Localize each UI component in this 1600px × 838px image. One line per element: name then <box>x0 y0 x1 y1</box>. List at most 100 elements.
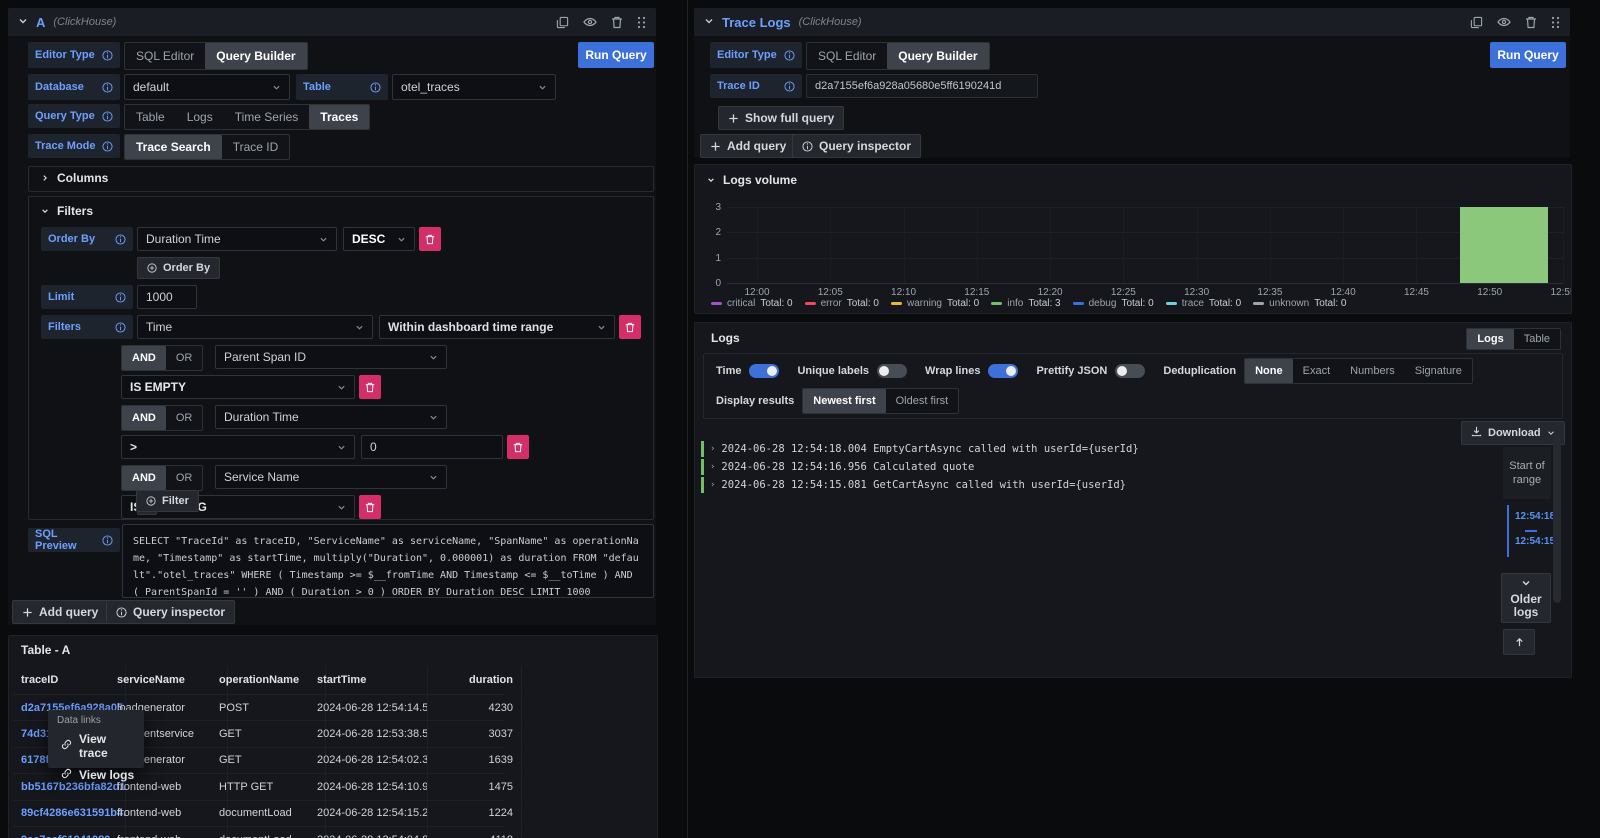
filter-field-select[interactable]: Time <box>137 315 373 339</box>
expand-log-icon[interactable]: › <box>710 480 715 490</box>
columns-section[interactable]: Columns <box>28 166 654 192</box>
eye-icon[interactable] <box>1497 15 1511 29</box>
info-icon[interactable] <box>102 82 113 93</box>
option-none[interactable]: None <box>1245 359 1293 383</box>
trace-id-input[interactable]: d2a7155ef6a928a05680e5ff6190241d <box>806 74 1038 98</box>
option-trace-search[interactable]: Trace Search <box>125 135 222 159</box>
download-button[interactable]: Download <box>1461 421 1565 445</box>
add-order-by-button[interactable]: Order By <box>137 257 220 279</box>
log-line[interactable]: ›2024-06-28 12:54:16.956 Calculated quot… <box>701 459 974 475</box>
legend-item-debug[interactable]: debugTotal: 0 <box>1073 298 1154 309</box>
pane-a-header[interactable]: A (ClickHouse) <box>8 8 656 36</box>
info-icon[interactable] <box>102 50 113 61</box>
option-logs-view[interactable]: Logs <box>1467 329 1513 349</box>
limit-input[interactable]: 1000 <box>137 285 197 309</box>
column-header-duration[interactable]: duration <box>411 666 522 694</box>
option-exact[interactable]: Exact <box>1293 359 1341 383</box>
info-icon[interactable] <box>102 535 113 546</box>
info-icon[interactable] <box>115 292 126 303</box>
collapse-chevron-icon[interactable] <box>704 13 714 31</box>
option-sql-editor[interactable]: SQL Editor <box>125 43 205 69</box>
option-time-series[interactable]: Time Series <box>224 105 310 129</box>
delete-condition-button[interactable] <box>359 375 381 399</box>
drag-grip-icon[interactable] <box>1551 16 1560 29</box>
scrollbar-track[interactable] <box>1553 435 1561 603</box>
condition-operator-select[interactable]: IS EMPTY <box>121 375 355 399</box>
trash-icon[interactable] <box>611 16 623 29</box>
logs-volume-bar-info[interactable] <box>1460 207 1548 283</box>
run-query-button[interactable]: Run Query <box>578 42 654 68</box>
info-icon[interactable] <box>784 50 795 61</box>
scroll-to-top-button[interactable] <box>1503 629 1535 655</box>
legend-item-info[interactable]: infoTotal: 3 <box>991 298 1060 309</box>
pane-trace-logs-header[interactable]: Trace Logs (ClickHouse) <box>694 8 1570 36</box>
expand-log-icon[interactable]: › <box>710 462 715 472</box>
add-filter-button[interactable]: Filter <box>136 490 199 512</box>
delete-condition-button[interactable] <box>507 435 529 459</box>
eye-icon[interactable] <box>583 15 597 29</box>
log-line[interactable]: ›2024-06-28 12:54:18.004 EmptyCartAsync … <box>701 441 1139 457</box>
show-full-query-button[interactable]: Show full query <box>718 106 844 130</box>
view-trace-menu-item[interactable]: View trace <box>48 728 144 764</box>
option-logs[interactable]: Logs <box>176 105 224 129</box>
delete-condition-button[interactable] <box>359 495 381 519</box>
drag-grip-icon[interactable] <box>637 16 646 29</box>
order-by-field-select[interactable]: Duration Time <box>137 227 337 251</box>
condition-field-select[interactable]: Parent Span ID <box>215 345 447 369</box>
option-query-builder[interactable]: Query Builder <box>887 43 988 69</box>
trash-icon[interactable] <box>1525 16 1537 29</box>
option-table-view[interactable]: Table <box>1514 329 1560 349</box>
run-query-button[interactable]: Run Query <box>1490 42 1566 68</box>
option-or[interactable]: OR <box>166 406 203 430</box>
database-select[interactable]: default <box>124 74 290 100</box>
prettify-json-toggle[interactable] <box>1115 364 1145 378</box>
log-line[interactable]: ›2024-06-28 12:54:15.081 GetCartAsync ca… <box>701 477 1126 493</box>
older-logs-button[interactable]: Older logs <box>1501 573 1551 623</box>
legend-item-warning[interactable]: warningTotal: 0 <box>891 298 979 309</box>
condition-field-select[interactable]: Service Name <box>215 465 447 489</box>
filter-value-select[interactable]: Within dashboard time range <box>379 315 615 339</box>
legend-item-trace[interactable]: traceTotal: 0 <box>1166 298 1241 309</box>
condition-field-select[interactable]: Duration Time <box>215 405 447 429</box>
option-table[interactable]: Table <box>125 105 176 129</box>
option-trace-id[interactable]: Trace ID <box>222 135 290 159</box>
add-query-button[interactable]: Add query <box>700 134 796 158</box>
table-select[interactable]: otel_traces <box>392 74 556 100</box>
legend-item-error[interactable]: errorTotal: 0 <box>805 298 879 309</box>
info-icon[interactable] <box>784 81 795 92</box>
delete-filter-button[interactable] <box>619 315 641 339</box>
copy-icon[interactable] <box>556 16 569 29</box>
option-signature[interactable]: Signature <box>1405 359 1472 383</box>
info-icon[interactable] <box>102 111 113 122</box>
info-icon[interactable] <box>115 322 126 333</box>
add-query-button[interactable]: Add query <box>12 600 108 624</box>
option-and[interactable]: AND <box>122 466 166 490</box>
pane-resize-handle[interactable] <box>687 0 688 838</box>
option-newest-first[interactable]: Newest first <box>803 389 885 413</box>
wrap-lines-toggle[interactable] <box>988 364 1018 378</box>
legend-item-critical[interactable]: criticalTotal: 0 <box>711 298 793 309</box>
time-toggle[interactable] <box>749 364 779 378</box>
info-icon[interactable] <box>370 82 381 93</box>
expand-log-icon[interactable]: › <box>710 444 715 454</box>
query-inspector-button[interactable]: Query inspector <box>106 600 235 624</box>
collapse-chevron-icon[interactable] <box>18 13 28 31</box>
option-numbers[interactable]: Numbers <box>1340 359 1405 383</box>
option-or[interactable]: OR <box>166 346 203 370</box>
legend-item-unknown[interactable]: unknownTotal: 0 <box>1253 298 1346 309</box>
option-and[interactable]: AND <box>122 346 166 370</box>
condition-operator-select[interactable]: > <box>121 435 355 459</box>
order-by-direction-select[interactable]: DESC <box>343 227 415 251</box>
option-oldest-first[interactable]: Oldest first <box>886 389 959 413</box>
info-icon[interactable] <box>115 234 126 245</box>
option-query-builder[interactable]: Query Builder <box>205 43 306 69</box>
info-icon[interactable] <box>102 141 113 152</box>
option-traces[interactable]: Traces <box>309 105 369 129</box>
query-inspector-button[interactable]: Query inspector <box>792 134 921 158</box>
option-or[interactable]: OR <box>166 466 203 490</box>
view-logs-menu-item[interactable]: View logs <box>48 764 144 786</box>
option-and[interactable]: AND <box>122 406 166 430</box>
unique-labels-toggle[interactable] <box>877 364 907 378</box>
copy-icon[interactable] <box>1470 16 1483 29</box>
condition-value-input[interactable]: 0 <box>361 435 503 459</box>
